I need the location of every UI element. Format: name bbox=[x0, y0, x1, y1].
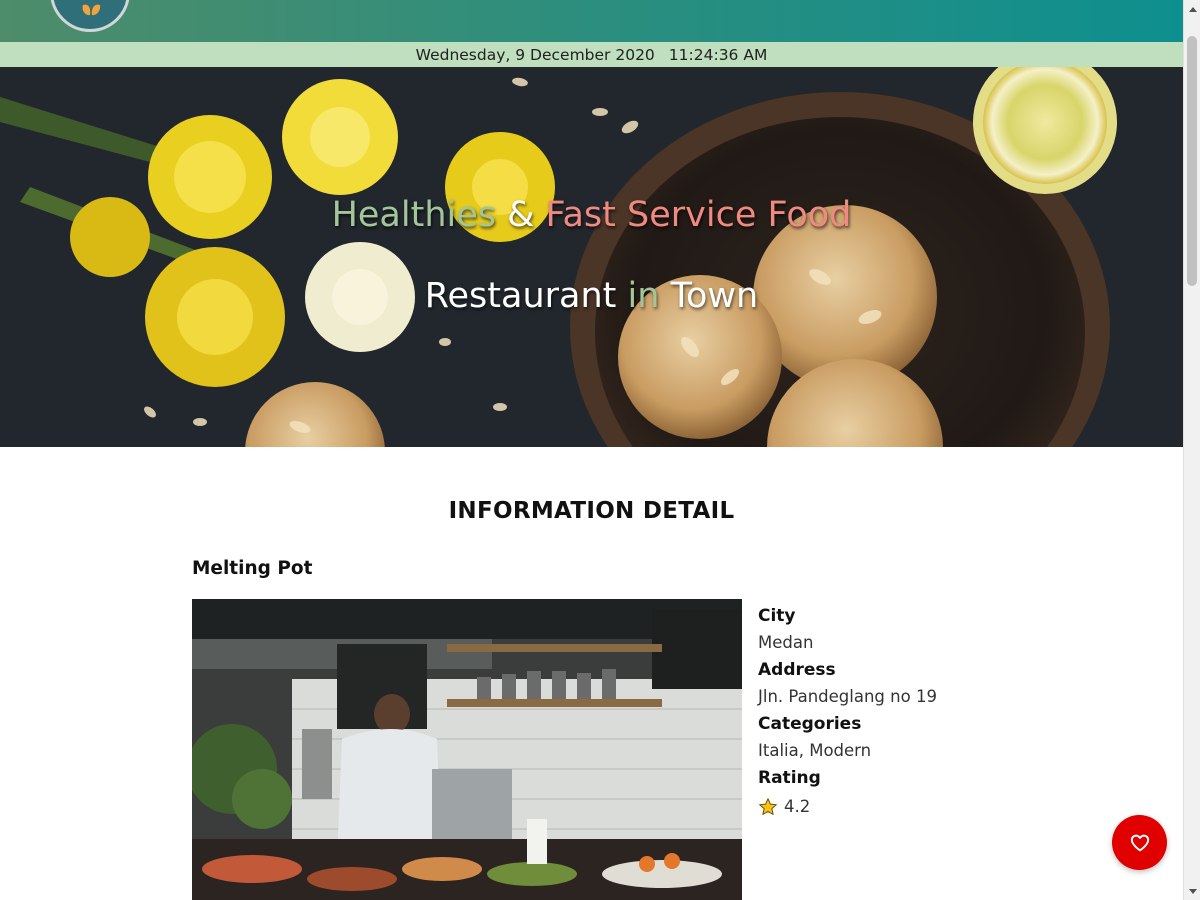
hero-banner: Healthies & Fast Service Food Restaurant… bbox=[0, 67, 1183, 447]
city-value: Medan bbox=[758, 633, 814, 652]
datetime-bar: Wednesday, 9 December 2020 11:24:36 AM bbox=[0, 42, 1183, 67]
restaurant-image bbox=[192, 599, 742, 900]
scrollbar-thumb[interactable] bbox=[1187, 36, 1197, 286]
section-title: INFORMATION DETAIL bbox=[448, 498, 735, 524]
rating-value: 4.2 bbox=[784, 797, 811, 816]
current-time: 11:24:36 AM bbox=[668, 45, 768, 64]
hero-tagline-part2: & bbox=[496, 195, 546, 235]
page: Wednesday, 9 December 2020 11:24:36 AM H… bbox=[0, 0, 1200, 900]
hero-subtitle-part1: Restaurant bbox=[424, 276, 628, 316]
star-icon bbox=[759, 798, 777, 815]
restaurant-info: City Medan Address Jln. Pandeglang no 19… bbox=[758, 605, 1058, 818]
categories-value: Italia, Modern bbox=[758, 741, 872, 760]
hero-tagline-part3: Fast Service Food bbox=[545, 195, 852, 235]
heart-icon bbox=[1130, 834, 1149, 851]
app-header bbox=[0, 0, 1183, 42]
current-date: Wednesday, 9 December 2020 bbox=[415, 45, 655, 64]
address-value: Jln. Pandeglang no 19 bbox=[758, 687, 937, 706]
hero-tagline: Healthies & Fast Service Food bbox=[0, 195, 1183, 235]
hero-subtitle: Restaurant in Town bbox=[0, 276, 1183, 316]
butterfly-logo-icon bbox=[82, 4, 101, 16]
vertical-scrollbar[interactable] bbox=[1183, 0, 1200, 900]
hero-subtitle-part3: Town bbox=[659, 276, 759, 316]
rating-row: 4.2 bbox=[758, 796, 1058, 818]
hero-background-image bbox=[0, 67, 1183, 447]
address-label: Address bbox=[758, 660, 836, 680]
rating-label: Rating bbox=[758, 768, 821, 788]
restaurant-name: Melting Pot bbox=[192, 558, 313, 579]
hero-tagline-part1: Healthies bbox=[331, 195, 496, 235]
categories-label: Categories bbox=[758, 714, 862, 734]
scroll-up-arrow-icon[interactable] bbox=[1184, 0, 1200, 17]
favorite-button[interactable] bbox=[1112, 815, 1167, 870]
scroll-down-arrow-icon[interactable] bbox=[1184, 883, 1200, 900]
hero-subtitle-part2: in bbox=[627, 276, 660, 316]
city-label: City bbox=[758, 606, 796, 626]
logo[interactable] bbox=[50, 0, 130, 32]
